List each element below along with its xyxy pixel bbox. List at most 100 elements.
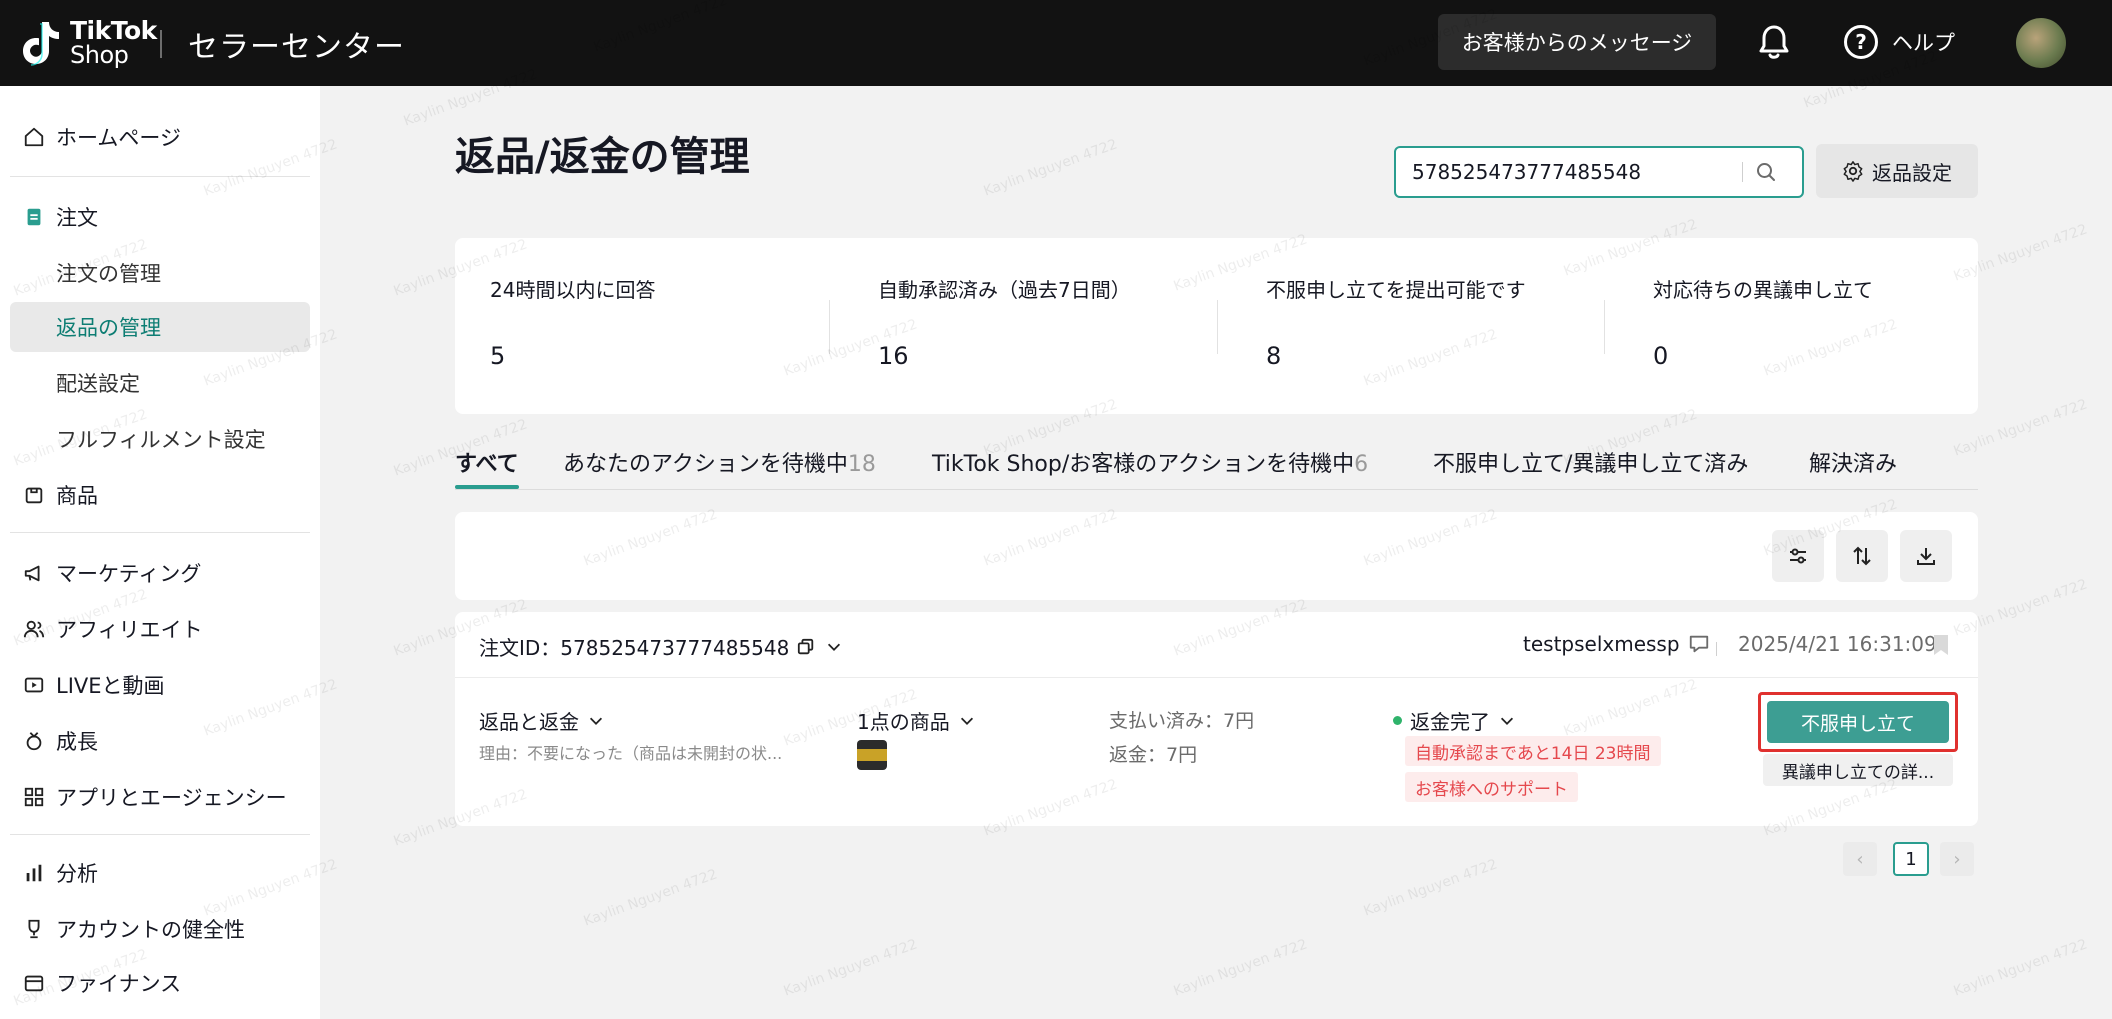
return-settings-button[interactable]: 返品設定 bbox=[1816, 144, 1978, 198]
pagination-next-button[interactable]: › bbox=[1940, 842, 1974, 876]
sidebar-item-label: マーケティング bbox=[56, 562, 202, 586]
help-link[interactable]: ? ヘルプ bbox=[1844, 22, 1955, 62]
watermark: Kaylin Nguyen 4722 bbox=[1951, 936, 2090, 1000]
tab-appealed-disputed[interactable]: 不服申し立て/異議申し立て済み bbox=[1433, 446, 1748, 488]
bar-chart-icon bbox=[22, 861, 46, 885]
dispute-details-button[interactable]: 異議申し立ての詳... bbox=[1763, 754, 1953, 786]
avatar[interactable] bbox=[2016, 18, 2066, 68]
sidebar-item-return-management[interactable]: 返品の管理 bbox=[10, 302, 310, 352]
bookmark-icon[interactable] bbox=[1933, 634, 1949, 656]
tab-awaiting-shop-customer[interactable]: TikTok Shop/お客様のアクションを待機中6 bbox=[932, 446, 1368, 488]
item-count-text: 1点の商品 bbox=[857, 710, 950, 734]
sidebar-item-fulfillment-settings[interactable]: フルフィルメント設定 bbox=[0, 414, 320, 464]
sidebar-item-apps-agencies[interactable]: アプリとエージェンシー bbox=[0, 772, 320, 822]
order-time: 2025/4/21 16:31:09 bbox=[1738, 632, 1937, 656]
tab-label: 不服申し立て/異議申し立て済み bbox=[1433, 452, 1749, 477]
product-thumbnail[interactable] bbox=[857, 740, 887, 770]
brand-line-2: Shop bbox=[70, 41, 129, 69]
stat-label: 自動承認済み（過去7日間） bbox=[878, 278, 1131, 302]
tab-active-indicator bbox=[455, 485, 519, 489]
top-bar: TikTok Shop セラーセンター お客様からのメッセージ ? ヘルプ bbox=[0, 0, 2112, 86]
brand-line-1: TikTok bbox=[70, 16, 157, 45]
buyer-name[interactable]: testpselxmessp bbox=[1523, 632, 1710, 656]
stat-auto-approved[interactable]: 自動承認済み（過去7日間） 16 bbox=[843, 238, 1223, 414]
box-icon bbox=[22, 483, 46, 507]
search-box[interactable] bbox=[1394, 146, 1804, 198]
tab-awaiting-your-action[interactable]: あなたのアクションを待機中18 bbox=[563, 446, 876, 488]
chevron-down-icon[interactable] bbox=[825, 638, 843, 656]
sidebar-item-orders[interactable]: 注文 bbox=[0, 192, 320, 242]
sidebar-item-label: LIVEと動画 bbox=[56, 674, 165, 698]
sort-button[interactable] bbox=[1836, 530, 1888, 582]
sidebar-item-label: 返品の管理 bbox=[56, 316, 161, 340]
help-label: ヘルプ bbox=[1892, 31, 1955, 55]
order-id-text: 注文ID：578525473777485548 bbox=[479, 636, 790, 660]
sidebar-item-label: 配送設定 bbox=[56, 372, 140, 396]
pagination-prev-button[interactable]: ‹ bbox=[1843, 842, 1877, 876]
watermark: Kaylin Nguyen 4722 bbox=[781, 936, 920, 1000]
refund-status[interactable]: 返金完了 bbox=[1393, 706, 1516, 735]
chat-icon[interactable] bbox=[1688, 633, 1710, 655]
sidebar-item-finance[interactable]: ファイナンス bbox=[0, 958, 320, 1008]
sidebar-item-label: 注文 bbox=[56, 206, 98, 230]
buyer-name-text: testpselxmessp bbox=[1523, 632, 1680, 656]
tab-label: あなたのアクションを待機中 bbox=[563, 452, 848, 477]
sidebar-divider bbox=[10, 532, 310, 533]
sidebar-divider bbox=[10, 834, 310, 835]
tab-label: すべて bbox=[455, 452, 519, 477]
sidebar-item-analytics[interactable]: 分析 bbox=[0, 848, 320, 898]
wallet-icon bbox=[22, 971, 46, 995]
sidebar-item-label: ファイナンス bbox=[56, 972, 182, 996]
sidebar-item-shipping-settings[interactable]: 配送設定 bbox=[0, 358, 320, 408]
tab-all[interactable]: すべて bbox=[455, 446, 519, 489]
stat-value: 8 bbox=[1266, 342, 1282, 370]
watermark: Kaylin Nguyen 4722 bbox=[981, 136, 1120, 200]
stat-appealable[interactable]: 不服申し立てを提出可能です 8 bbox=[1231, 238, 1611, 414]
sidebar-item-label: アプリとエージェンシー bbox=[56, 786, 287, 810]
stat-divider bbox=[1604, 300, 1605, 354]
sidebar-item-affiliate[interactable]: アフィリエイト bbox=[0, 604, 320, 654]
sidebar-item-products[interactable]: 商品 bbox=[0, 470, 320, 520]
status-tabs: すべて あなたのアクションを待機中18 TikTok Shop/お客様のアクショ… bbox=[455, 446, 1978, 490]
sidebar-item-label: アフィリエイト bbox=[56, 618, 203, 642]
customer-support-badge: お客様へのサポート bbox=[1405, 772, 1578, 802]
tab-resolved[interactable]: 解決済み bbox=[1809, 446, 1897, 488]
clipboard-icon bbox=[22, 205, 46, 229]
sidebar-item-live-video[interactable]: LIVEと動画 bbox=[0, 660, 320, 710]
search-icon[interactable] bbox=[1755, 161, 1777, 183]
filter-button[interactable] bbox=[1772, 530, 1824, 582]
tab-count: 6 bbox=[1354, 452, 1369, 477]
download-button[interactable] bbox=[1900, 530, 1952, 582]
sidebar-item-label: フルフィルメント設定 bbox=[56, 428, 266, 452]
auto-approve-countdown-badge: 自動承認まであと14日 23時間 bbox=[1405, 736, 1661, 766]
sidebar-item-home[interactable]: ホームページ bbox=[0, 112, 320, 162]
sidebar-item-label: 成長 bbox=[56, 730, 98, 754]
pagination-page-1[interactable]: 1 bbox=[1893, 842, 1929, 876]
tiktok-note-icon bbox=[18, 18, 62, 68]
copy-icon[interactable] bbox=[797, 638, 815, 656]
bell-icon[interactable] bbox=[1756, 22, 1792, 62]
sidebar-item-label: 注文の管理 bbox=[56, 262, 161, 286]
help-icon: ? bbox=[1844, 25, 1878, 59]
tiktok-shop-logo[interactable]: TikTok Shop bbox=[18, 16, 157, 70]
stat-value: 0 bbox=[1653, 342, 1669, 370]
brand-wordmark: TikTok Shop bbox=[70, 16, 157, 69]
stat-label: 不服申し立てを提出可能です bbox=[1266, 278, 1526, 302]
stat-label: 対応待ちの異議申し立て bbox=[1653, 278, 1873, 302]
watermark: Kaylin Nguyen 4722 bbox=[1171, 936, 1310, 1000]
search-input[interactable] bbox=[1412, 160, 1742, 184]
header-separator bbox=[1716, 642, 1717, 656]
item-count[interactable]: 1点の商品 bbox=[857, 706, 976, 735]
chevron-down-icon bbox=[1500, 717, 1514, 725]
customer-messages-button[interactable]: お客様からのメッセージ bbox=[1438, 14, 1716, 70]
appeal-button[interactable]: 不服申し立て bbox=[1767, 701, 1949, 743]
amount-paid: 支払い済み：7円 bbox=[1109, 710, 1255, 732]
sidebar-item-account-health[interactable]: アカウントの健全性 bbox=[0, 904, 320, 954]
request-type[interactable]: 返品と返金 bbox=[479, 706, 605, 735]
sidebar-item-marketing[interactable]: マーケティング bbox=[0, 548, 320, 598]
stat-pending-disputes[interactable]: 対応待ちの異議申し立て 0 bbox=[1618, 238, 1998, 414]
sidebar-item-label: ホームページ bbox=[56, 126, 181, 150]
stat-respond-24h[interactable]: 24時間以内に回答 5 bbox=[455, 238, 835, 414]
sidebar-item-order-management[interactable]: 注文の管理 bbox=[0, 248, 320, 298]
sidebar-item-growth[interactable]: 成長 bbox=[0, 716, 320, 766]
